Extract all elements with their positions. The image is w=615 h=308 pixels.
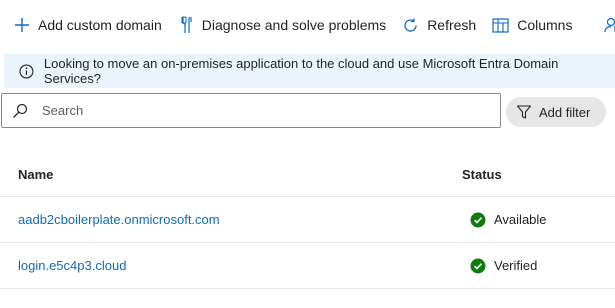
columns-label: Columns (517, 17, 573, 33)
add-custom-domain-label: Add custom domain (38, 17, 162, 33)
columns-icon (492, 17, 509, 33)
add-filter-button[interactable]: Add filter (506, 97, 606, 127)
refresh-button[interactable]: Refresh (402, 10, 476, 40)
filter-icon (516, 105, 532, 119)
status-text: Verified (494, 258, 538, 273)
table-row: aadb2cboilerplate.onmicrosoft.com Availa… (0, 197, 615, 243)
info-banner: Looking to move an on-premises applicati… (4, 54, 615, 88)
got-feedback-button[interactable]: Go (604, 10, 615, 40)
info-icon (19, 64, 34, 78)
refresh-icon (404, 18, 417, 32)
diagnose-label: Diagnose and solve problems (201, 17, 387, 33)
status-cell: Available (470, 212, 547, 228)
domain-link[interactable]: login.e5c4p3.cloud (18, 258, 126, 273)
search-box[interactable] (1, 93, 501, 128)
status-text: Available (494, 212, 547, 227)
domains-table: Name Status aadb2cboilerplate.onmicrosof… (0, 152, 615, 289)
diagnose-button[interactable]: Diagnose and solve problems (180, 10, 386, 40)
column-header-status[interactable]: Status (462, 152, 502, 196)
add-filter-label: Add filter (539, 104, 591, 120)
refresh-label: Refresh (427, 17, 477, 33)
feedback-icon (604, 17, 615, 33)
search-icon (13, 103, 28, 118)
add-custom-domain-button[interactable]: Add custom domain (14, 10, 162, 40)
check-circle-icon (470, 212, 486, 227)
check-circle-icon (470, 258, 486, 273)
command-bar: Add custom domain Diagnose and solve pro… (0, 0, 615, 50)
search-input[interactable] (40, 102, 500, 119)
wrench-icon (181, 16, 192, 33)
columns-button[interactable]: Columns (492, 10, 572, 40)
column-header-name[interactable]: Name (18, 152, 53, 196)
table-header-row: Name Status (0, 152, 615, 197)
status-cell: Verified (470, 258, 537, 274)
banner-text: Looking to move an on-premises applicati… (43, 56, 559, 86)
add-icon (15, 18, 29, 32)
domain-link[interactable]: aadb2cboilerplate.onmicrosoft.com (18, 212, 220, 227)
table-row: login.e5c4p3.cloud Verified (0, 243, 615, 289)
